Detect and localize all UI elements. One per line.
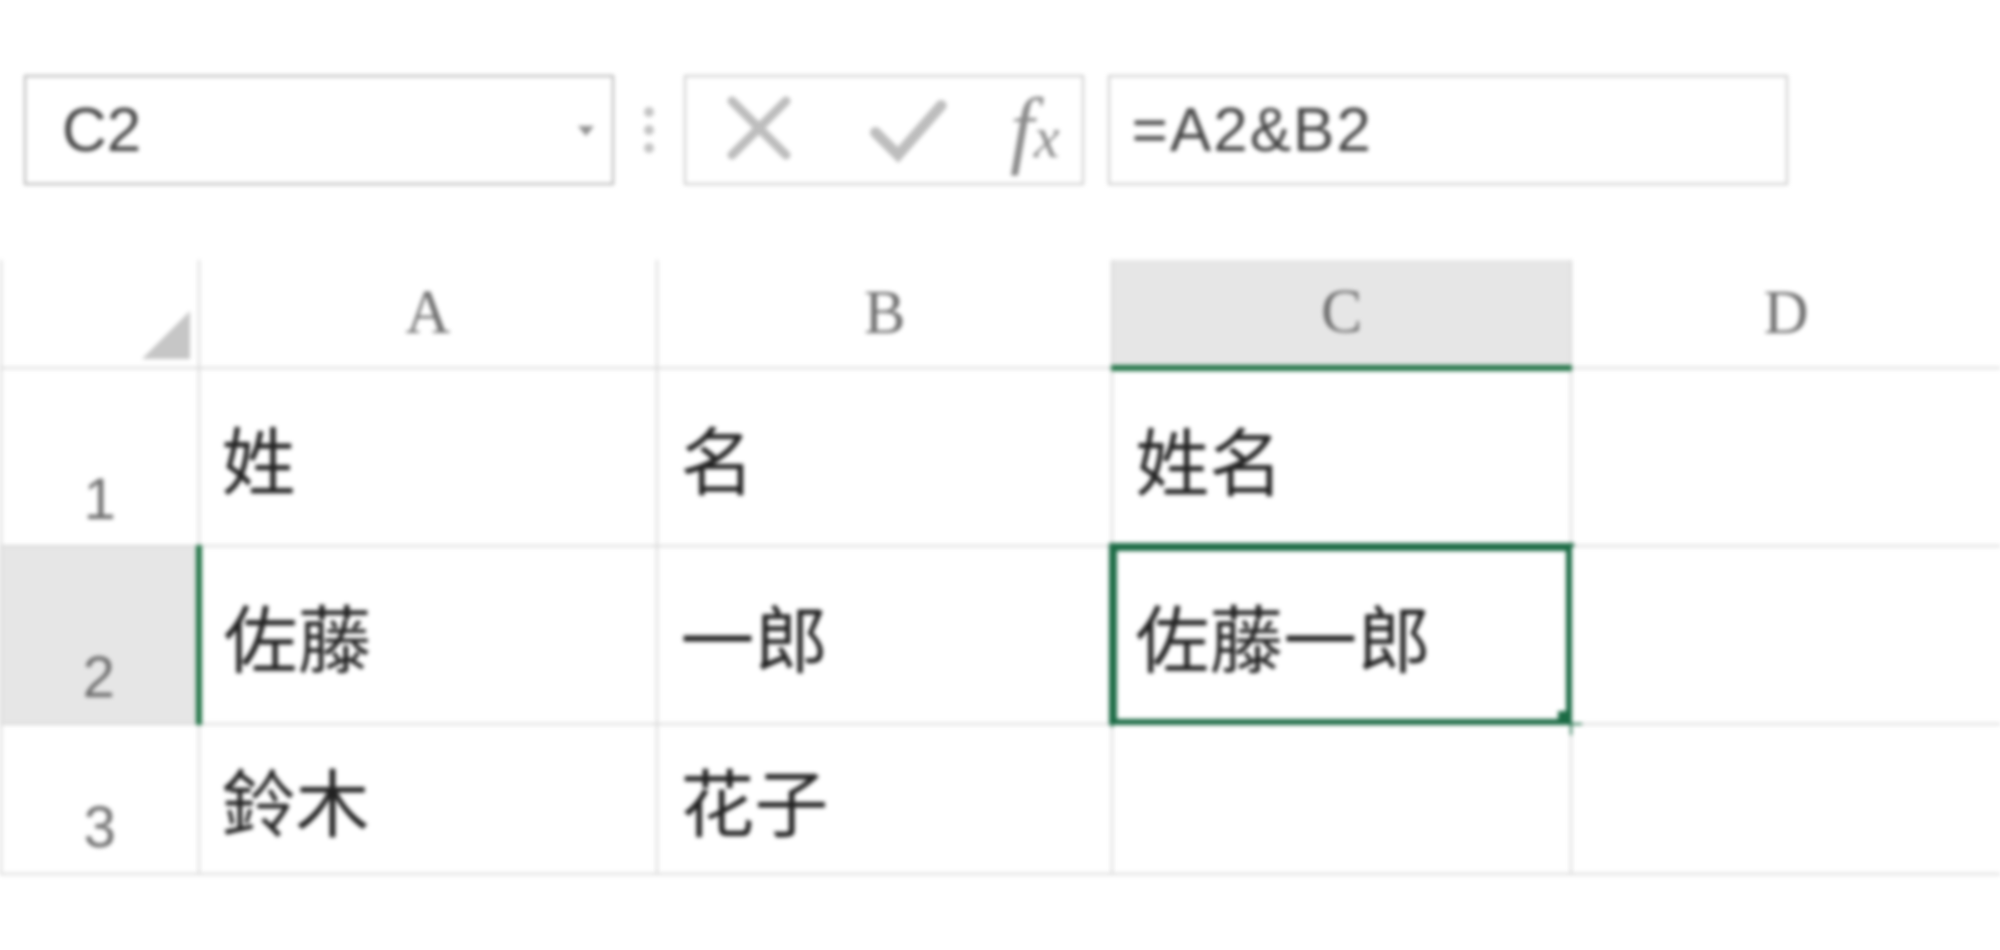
formula-bar: C2 fx =A2&B2 — [24, 70, 2000, 190]
cell-b1[interactable]: 名 — [657, 368, 1112, 546]
cell-d2[interactable] — [1571, 546, 2000, 724]
formula-bar-buttons: fx — [684, 75, 1084, 185]
name-box-dropdown-icon[interactable] — [572, 118, 600, 142]
cell-c2-value: 佐藤一郎 — [1135, 602, 1431, 684]
cell-d1[interactable] — [1571, 368, 2000, 546]
select-all-button[interactable] — [1, 260, 199, 368]
cell-a3[interactable]: 鈴木 — [199, 724, 658, 874]
column-header-c[interactable]: C — [1112, 260, 1571, 368]
formula-input-value: =A2&B2 — [1132, 95, 1373, 166]
cell-a2[interactable]: 佐藤 — [199, 546, 658, 724]
formula-input[interactable]: =A2&B2 — [1108, 75, 1788, 185]
spreadsheet-grid: A B C D 1 姓 名 姓名 2 佐藤 一郎 佐藤一郎 — [0, 260, 2000, 875]
column-header-row: A B C D — [1, 260, 2000, 368]
cell-b2[interactable]: 一郎 — [657, 546, 1112, 724]
enter-icon[interactable] — [862, 83, 952, 178]
column-header-a[interactable]: A — [199, 260, 658, 368]
cell-c3[interactable] — [1112, 724, 1571, 874]
splitter-handle-icon[interactable] — [638, 107, 660, 153]
column-header-d[interactable]: D — [1571, 260, 2000, 368]
cell-d3[interactable] — [1571, 724, 2000, 874]
cell-b3[interactable]: 花子 — [657, 724, 1112, 874]
column-header-b[interactable]: B — [657, 260, 1112, 368]
name-box-value: C2 — [62, 95, 141, 166]
grid-row-2: 2 佐藤 一郎 佐藤一郎 — [1, 546, 2000, 724]
cancel-icon[interactable] — [714, 83, 804, 178]
row-header-3[interactable]: 3 — [1, 724, 199, 874]
insert-function-icon[interactable]: fx — [1010, 85, 1054, 175]
grid-row-1: 1 姓 名 姓名 — [1, 368, 2000, 546]
cell-a1[interactable]: 姓 — [199, 368, 658, 546]
row-header-2[interactable]: 2 — [1, 546, 199, 724]
row-header-1[interactable]: 1 — [1, 368, 199, 546]
cell-c2[interactable]: 佐藤一郎 — [1112, 546, 1571, 724]
name-box[interactable]: C2 — [24, 75, 614, 185]
grid-row-3: 3 鈴木 花子 — [1, 724, 2000, 874]
cell-c1[interactable]: 姓名 — [1112, 368, 1571, 546]
